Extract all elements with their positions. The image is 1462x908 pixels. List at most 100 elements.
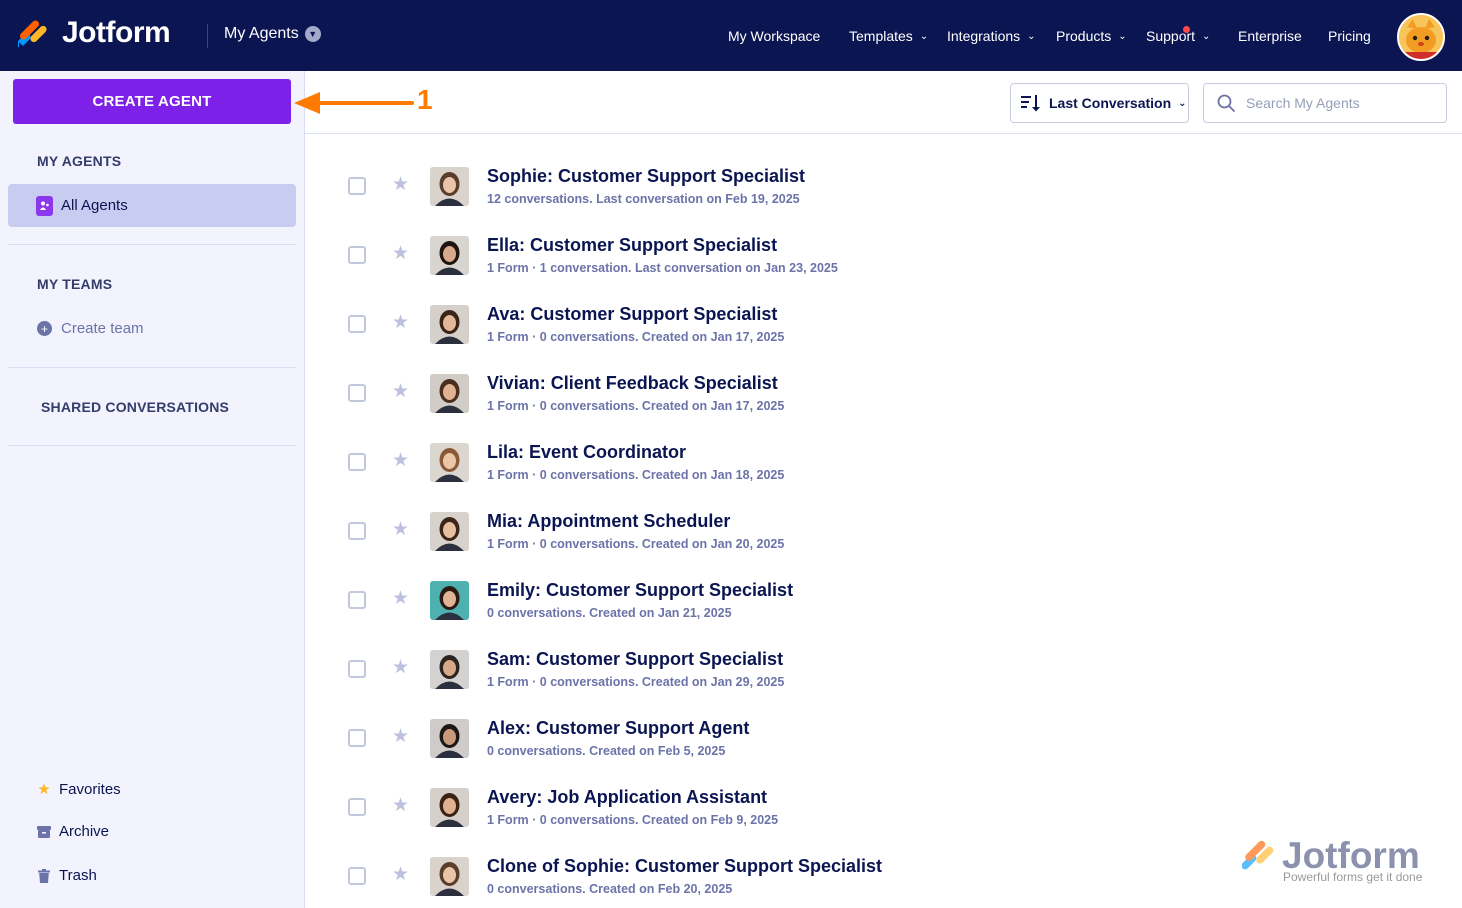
row-checkbox[interactable] [348,246,366,264]
search-input[interactable] [1246,95,1426,111]
nav-integrations[interactable]: Integrations ⌄ [947,26,1036,46]
nav-enterprise[interactable]: Enterprise [1238,26,1302,46]
agent-row[interactable]: ★ Vivian: Client Feedback Specialist 1 For… [305,342,1462,413]
star-icon[interactable]: ★ [392,520,409,539]
row-checkbox[interactable] [348,177,366,195]
agent-list: ★ Sophie: Customer Support Specialist 12 c… [305,135,1462,908]
watermark-tagline: Powerful forms get it done [1283,870,1423,884]
agent-row[interactable]: ★ Avery: Job Application Assistant 1 Form … [305,756,1462,827]
nav-pricing[interactable]: Pricing [1328,26,1371,46]
archive-icon [37,825,51,839]
row-checkbox[interactable] [348,798,366,816]
agent-name[interactable]: Mia: Appointment Scheduler [487,511,730,532]
agent-name[interactable]: Vivian: Client Feedback Specialist [487,373,778,394]
brand-name: Jotform [62,16,171,49]
jotform-logo-icon [1242,840,1274,870]
create-team-button[interactable]: + Create team [37,320,144,337]
nav-my-workspace[interactable]: My Workspace [728,26,820,46]
sidebar-item-archive[interactable]: Archive [37,823,109,840]
jotform-logo-icon [18,20,47,49]
agent-name[interactable]: Sam: Customer Support Specialist [487,649,783,670]
nav-templates[interactable]: Templates ⌄ [849,26,928,46]
agent-avatar [430,788,469,827]
star-icon[interactable]: ★ [392,658,409,677]
sidebar-item-label: All Agents [61,197,128,214]
chevron-down-icon: ⌄ [1202,30,1211,42]
sidebar-item-label: Trash [59,867,97,884]
agent-avatar [430,374,469,413]
star-icon[interactable]: ★ [392,244,409,263]
agent-avatar [430,719,469,758]
agent-name[interactable]: Avery: Job Application Assistant [487,787,767,808]
row-checkbox[interactable] [348,315,366,333]
jotform-logo[interactable]: Jotform [18,16,171,50]
nav-products[interactable]: Products ⌄ [1056,26,1127,46]
agent-avatar [430,167,469,206]
sort-dropdown[interactable]: Last Conversation ⌄ [1010,83,1189,123]
star-icon[interactable]: ★ [392,451,409,470]
row-checkbox[interactable] [348,729,366,747]
star-icon[interactable]: ★ [392,865,409,884]
agent-name[interactable]: Ella: Customer Support Specialist [487,235,777,256]
create-agent-button[interactable]: CREATE AGENT [13,79,291,124]
sidebar-item-all-agents[interactable]: All Agents [8,184,296,227]
agent-row[interactable]: ★ Ella: Customer Support Specialist 1 Form… [305,204,1462,275]
my-agents-heading: MY AGENTS [37,153,122,169]
jotform-watermark: Jotform Powerful forms get it done [1242,836,1422,884]
star-icon: ★ [37,781,51,798]
app-window: Jotform My Agents ▼ My Workspace Templat… [0,0,1462,908]
row-checkbox[interactable] [348,867,366,885]
top-navigation: Jotform My Agents ▼ My Workspace Templat… [0,0,1462,71]
trash-icon [37,868,51,883]
sidebar-item-favorites[interactable]: ★ Favorites [37,780,121,799]
agent-name[interactable]: Alex: Customer Support Agent [487,718,749,739]
star-icon[interactable]: ★ [392,175,409,194]
agent-name[interactable]: Lila: Event Coordinator [487,442,686,463]
star-icon[interactable]: ★ [392,727,409,746]
agent-row[interactable]: ★ Alex: Customer Support Agent 0 conversat… [305,687,1462,758]
breadcrumb-my-agents[interactable]: My Agents ▼ [224,25,321,43]
sidebar-divider [8,445,296,446]
shared-conversations-link[interactable]: SHARED CONVERSATIONS [41,399,229,415]
agent-row[interactable]: ★ Ava: Customer Support Specialist 1 Form … [305,273,1462,344]
row-checkbox[interactable] [348,522,366,540]
agent-avatar [430,443,469,482]
agent-name[interactable]: Ava: Customer Support Specialist [487,304,777,325]
annotation-number: 1 [417,84,433,115]
nav-label: Pricing [1328,28,1371,44]
agent-name[interactable]: Clone of Sophie: Customer Support Specia… [487,856,882,877]
agent-row[interactable]: ★ Emily: Customer Support Specialist 0 con… [305,549,1462,620]
search-box[interactable] [1203,83,1447,123]
agent-row[interactable]: ★ Mia: Appointment Scheduler 1 Form · 0 co… [305,480,1462,551]
chevron-down-icon: ⌄ [1118,30,1127,42]
star-icon[interactable]: ★ [392,313,409,332]
row-checkbox[interactable] [348,591,366,609]
agent-meta: 0 conversations. Created on Feb 20, 2025 [487,882,733,896]
agent-row[interactable]: ★ Sam: Customer Support Specialist 1 Form … [305,618,1462,689]
agent-row[interactable]: ★ Lila: Event Coordinator 1 Form · 0 conve… [305,411,1462,482]
nav-label: Products [1056,28,1112,44]
row-checkbox[interactable] [348,660,366,678]
agent-avatar [430,581,469,620]
agent-name[interactable]: Sophie: Customer Support Specialist [487,166,805,187]
sidebar-item-label: Favorites [59,780,121,798]
row-checkbox[interactable] [348,453,366,471]
sidebar-item-trash[interactable]: Trash [37,867,97,884]
nav-support[interactable]: Support ⌄ [1146,26,1210,46]
sidebar-item-label: Archive [59,823,110,840]
sort-label: Last Conversation [1049,95,1172,111]
create-team-label: Create team [61,320,144,337]
chevron-down-icon: ⌄ [1178,97,1187,109]
star-icon[interactable]: ★ [392,382,409,401]
star-icon[interactable]: ★ [392,589,409,608]
plus-circle-icon: + [37,321,52,336]
star-icon[interactable]: ★ [392,796,409,815]
user-avatar[interactable] [1397,13,1445,61]
chevron-down-icon: ⌄ [1027,30,1036,42]
breadcrumb-label: My Agents [224,25,299,42]
agent-row[interactable]: ★ Sophie: Customer Support Specialist 12 c… [305,135,1462,206]
sidebar-divider [8,367,296,368]
search-icon [1217,94,1235,112]
row-checkbox[interactable] [348,384,366,402]
agent-name[interactable]: Emily: Customer Support Specialist [487,580,793,601]
